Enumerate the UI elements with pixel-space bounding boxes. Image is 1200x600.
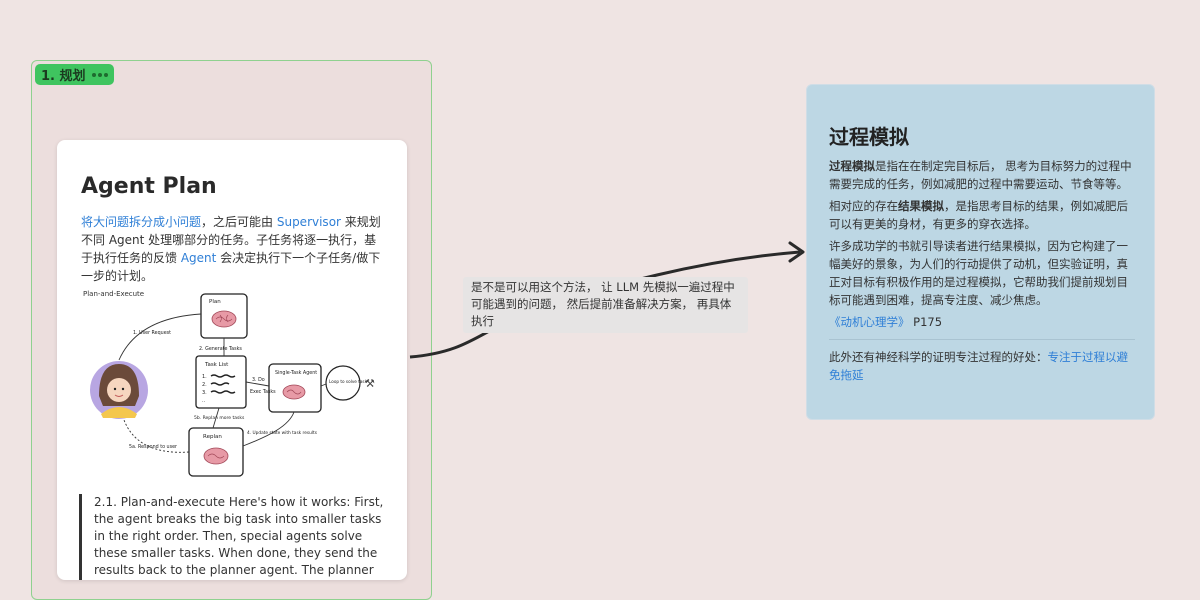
agent-plan-card[interactable]: Agent Plan 将大问题拆分成小问题，之后可能由 Supervisor 来… <box>57 140 407 580</box>
user-avatar <box>90 361 148 419</box>
brain-icon <box>211 310 237 328</box>
book-link[interactable]: 《动机心理学》 <box>829 315 910 329</box>
link-supervisor[interactable]: Supervisor <box>277 215 341 229</box>
sim-p2-pre: 相对应的存在 <box>829 199 898 213</box>
sim-paragraph-2: 相对应的存在结果模拟，是指思考目标的结果，例如减肥后可以有更美的身材，有更多的穿… <box>829 197 1135 233</box>
divider <box>829 339 1135 340</box>
plan-box-label: Plan <box>209 299 221 305</box>
sim-p1-text: 是指在在制定完目标后， 思考为目标努力的过程中需要完成的任务，例如减肥的过程中需… <box>829 159 1132 191</box>
tools-icon: ⚒ <box>365 377 375 390</box>
label-generate-tasks: 2. Generate Tasks <box>199 346 242 352</box>
sim-paragraph-1: 过程模拟是指在在制定完目标后， 思考为目标努力的过程中需要完成的任务，例如减肥的… <box>829 157 1135 193</box>
task-item-mark-1: 1. <box>202 374 207 380</box>
intro-text-1: ，之后可能由 <box>201 215 277 229</box>
link-split-problems[interactable]: 将大问题拆分成小问题 <box>81 215 201 229</box>
plan-card-title: Agent Plan <box>81 174 217 199</box>
single-task-agent-label: Single-Task Agent <box>275 370 317 376</box>
label-replan-more: 5b. Replan more tasks <box>194 415 245 421</box>
connector-comment[interactable]: 是不是可以用这个方法， 让 LLM 先模拟一遍过程中可能遇到的问题， 然后提前准… <box>463 277 748 333</box>
process-simulation-card[interactable]: 过程模拟 过程模拟是指在在制定完目标后， 思考为目标努力的过程中需要完成的任务，… <box>806 84 1155 420</box>
label-exec-tasks: Exec Tasks <box>250 389 276 395</box>
label-user-request: 1. User Request <box>133 330 171 336</box>
label-update-state: 4. Update state with task results <box>247 430 318 436</box>
task-item-mark-4: .. <box>202 398 206 404</box>
link-agent[interactable]: Agent <box>181 251 217 265</box>
sim-paragraph-3: 许多成功学的书就引导读者进行结果模拟，因为它构建了一幅美好的景象，为人们的行动提… <box>829 239 1128 307</box>
task-list-label: Task List <box>204 362 229 368</box>
sim-footer: 此外还有神经科学的证明专注过程的好处：专注于过程以避免拖延 <box>829 348 1135 384</box>
footer-text: 此外还有神经科学的证明专注过程的好处： <box>829 350 1048 364</box>
sim-term-result: 结果模拟 <box>898 199 944 213</box>
arrow-update-state <box>242 411 295 447</box>
ref-page: P175 <box>909 315 943 329</box>
label-do: 3. Do <box>252 377 265 383</box>
sim-card-title: 过程模拟 <box>829 125 909 149</box>
arrow-loop <box>320 383 327 387</box>
task-item-mark-2: 2. <box>202 382 207 388</box>
brain-icon <box>203 447 229 465</box>
arrow-user-request <box>118 313 202 361</box>
loop-label: Loop to solve task <box>329 379 368 384</box>
sim-reference: 《动机心理学》 P175 <box>829 313 1135 331</box>
diagram-title: Plan-and-Execute <box>83 290 144 298</box>
label-respond-user: 5a. Respond to user <box>129 444 177 450</box>
plan-and-execute-diagram: Plan-and-Execute Plan Task List 1. 2. 3.… <box>83 290 375 477</box>
plan-quote-block: 2.1. Plan-and-execute Here's how it work… <box>79 494 394 580</box>
sim-card-body: 过程模拟是指在在制定完目标后， 思考为目标努力的过程中需要完成的任务，例如减肥的… <box>829 157 1135 388</box>
sim-term-process: 过程模拟 <box>829 159 875 173</box>
brain-icon <box>282 384 306 400</box>
comment-text: 是不是可以用这个方法， 让 LLM 先模拟一遍过程中可能遇到的问题， 然后提前准… <box>471 280 735 328</box>
replan-label: Replan <box>203 434 222 440</box>
task-item-mark-3: 3. <box>202 390 207 396</box>
plan-intro: 将大问题拆分成小问题，之后可能由 Supervisor 来规划不同 Agent … <box>81 213 387 285</box>
plan-quote-text: 2.1. Plan-and-execute Here's how it work… <box>94 495 384 577</box>
